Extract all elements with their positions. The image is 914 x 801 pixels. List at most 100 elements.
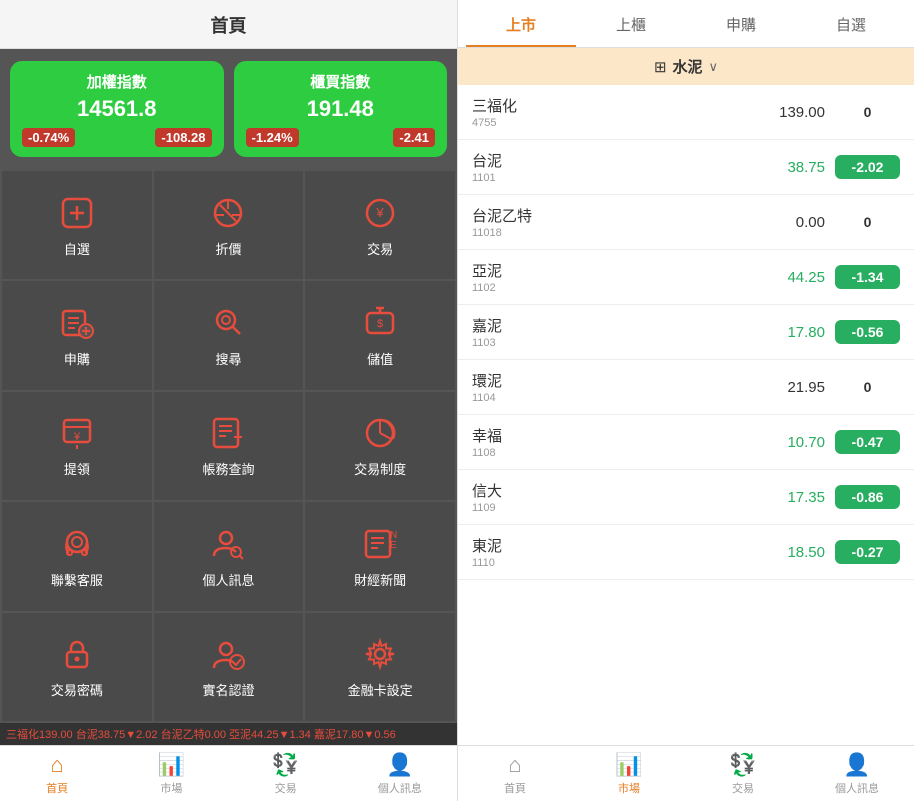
exchange-icon: ¥ (360, 193, 400, 233)
stock-price: 17.80 (745, 324, 825, 341)
menu-item-news[interactable]: N E 財經新聞 (305, 502, 455, 610)
stock-info: 信大 1109 (472, 480, 745, 514)
stock-name: 嘉泥 (472, 315, 745, 336)
ticker-text: 三福化139.00 台泥38.75▼2.02 台泥乙特0.00 亞泥44.25▼… (6, 726, 396, 742)
stock-row[interactable]: 台泥乙特 11018 0.00 0 (458, 195, 914, 250)
menu-item-zhedie[interactable]: 折價 (154, 171, 304, 279)
stock-price: 38.75 (745, 159, 825, 176)
left-header: 首頁 (0, 0, 457, 49)
stock-row[interactable]: 幸福 1108 10.70 -0.47 (458, 415, 914, 470)
menu-item-chuzhi[interactable]: $ 儲值 (305, 281, 455, 389)
menu-item-jiaoyi[interactable]: ¥ 交易 (305, 171, 455, 279)
right-nav-home[interactable]: ⌂ 首頁 (458, 746, 572, 801)
stock-info: 幸福 1108 (472, 425, 745, 459)
add-square-icon (57, 193, 97, 233)
stock-change: 0 (835, 375, 900, 399)
person-verify-icon (208, 634, 248, 674)
search-circle-icon (208, 303, 248, 343)
stock-price: 21.95 (745, 379, 825, 396)
tab-listed[interactable]: 上市 (466, 0, 576, 47)
stock-name: 信大 (472, 480, 745, 501)
right-nav-trade[interactable]: 💱 交易 (686, 746, 800, 801)
menu-label-password: 交易密碼 (51, 680, 103, 699)
otc-index-changes: -1.24% -2.41 (246, 128, 436, 147)
tab-otc[interactable]: 上櫃 (576, 0, 686, 47)
menu-item-tilin[interactable]: ¥ 提領 (2, 392, 152, 500)
menu-label-shengou: 申購 (64, 349, 90, 368)
menu-item-sousun[interactable]: 搜尋 (154, 281, 304, 389)
menu-item-zixuan[interactable]: 自選 (2, 171, 152, 279)
stock-info: 環泥 1104 (472, 370, 745, 404)
right-home-icon: ⌂ (508, 752, 521, 778)
otc-index-diff: -2.41 (393, 128, 435, 147)
menu-label-chuzhi: 儲值 (367, 349, 393, 368)
menu-item-password[interactable]: 交易密碼 (2, 613, 152, 721)
category-bar[interactable]: ⊞ 水泥 ∨ (458, 48, 914, 85)
piggy-icon: $ (360, 303, 400, 343)
svg-text:¥: ¥ (376, 205, 385, 220)
weighted-index-value: 14561.8 (22, 96, 212, 122)
right-nav-market[interactable]: 📊 市場 (572, 746, 686, 801)
stock-price: 0.00 (745, 214, 825, 231)
stock-code: 1109 (472, 502, 745, 514)
category-icon: ⊞ (654, 58, 667, 76)
tab-watchlist[interactable]: 自選 (796, 0, 906, 47)
newspaper-icon: N E (360, 524, 400, 564)
svg-text:E: E (390, 540, 397, 551)
subscription-icon (57, 303, 97, 343)
market-icon: 📊 (158, 752, 185, 778)
menu-item-card[interactable]: 金融卡設定 (305, 613, 455, 721)
menu-item-shiming[interactable]: 實名認證 (154, 613, 304, 721)
stock-code: 1103 (472, 337, 745, 349)
menu-item-zhangwu[interactable]: 帳務查詢 (154, 392, 304, 500)
stock-name: 環泥 (472, 370, 745, 391)
menu-item-geren[interactable]: 個人訊息 (154, 502, 304, 610)
menu-item-lianxi[interactable]: 聯繫客服 (2, 502, 152, 610)
left-nav-home[interactable]: ⌂ 首頁 (0, 746, 114, 801)
menu-label-jiaoyi2: 交易制度 (354, 459, 406, 478)
stock-code: 1104 (472, 392, 745, 404)
trade-icon: 💱 (272, 752, 299, 778)
left-nav-profile[interactable]: 👤 個人訊息 (343, 746, 457, 801)
menu-label-news: 財經新聞 (354, 570, 406, 589)
stock-row[interactable]: 亞泥 1102 44.25 -1.34 (458, 250, 914, 305)
right-nav-profile-label: 個人訊息 (835, 780, 879, 796)
stock-code: 11018 (472, 227, 745, 239)
left-nav-profile-label: 個人訊息 (378, 780, 422, 796)
stock-price: 18.50 (745, 544, 825, 561)
stock-change: -0.86 (835, 485, 900, 509)
right-trade-icon: 💱 (729, 752, 756, 778)
category-name: 水泥 (673, 56, 703, 77)
menu-grid: 自選 折價 ¥ 交易 (0, 169, 457, 723)
weighted-index-pct: -0.74% (22, 128, 75, 147)
stock-info: 亞泥 1102 (472, 260, 745, 294)
stock-code: 1102 (472, 282, 745, 294)
stock-row[interactable]: 環泥 1104 21.95 0 (458, 360, 914, 415)
stock-row[interactable]: 嘉泥 1103 17.80 -0.56 (458, 305, 914, 360)
stock-info: 嘉泥 1103 (472, 315, 745, 349)
right-tabs: 上市 上櫃 申購 自選 (458, 0, 914, 48)
stock-row[interactable]: 信大 1109 17.35 -0.86 (458, 470, 914, 525)
lock-icon (57, 634, 97, 674)
chevron-down-icon: ∨ (709, 59, 719, 75)
menu-item-shengou[interactable]: 申購 (2, 281, 152, 389)
ticker-bar: 三福化139.00 台泥38.75▼2.02 台泥乙特0.00 亞泥44.25▼… (0, 723, 457, 745)
menu-label-card: 金融卡設定 (348, 680, 413, 699)
stock-row[interactable]: 東泥 1110 18.50 -0.27 (458, 525, 914, 580)
right-profile-icon: 👤 (843, 752, 870, 778)
tab-ipo[interactable]: 申購 (686, 0, 796, 47)
svg-text:¥: ¥ (73, 431, 81, 443)
left-nav-market[interactable]: 📊 市場 (114, 746, 228, 801)
right-nav-profile[interactable]: 👤 個人訊息 (800, 746, 914, 801)
left-nav-trade[interactable]: 💱 交易 (229, 746, 343, 801)
stock-row[interactable]: 三福化 4755 139.00 0 (458, 85, 914, 140)
gear-icon (360, 634, 400, 674)
stock-name: 亞泥 (472, 260, 745, 281)
stock-row[interactable]: 台泥 1101 38.75 -2.02 (458, 140, 914, 195)
stock-code: 4755 (472, 117, 745, 129)
menu-item-jiaoyi2[interactable]: 交易制度 (305, 392, 455, 500)
stock-price: 139.00 (745, 104, 825, 121)
headset-icon (57, 524, 97, 564)
stock-change: -1.34 (835, 265, 900, 289)
menu-label-sousun: 搜尋 (215, 349, 241, 368)
